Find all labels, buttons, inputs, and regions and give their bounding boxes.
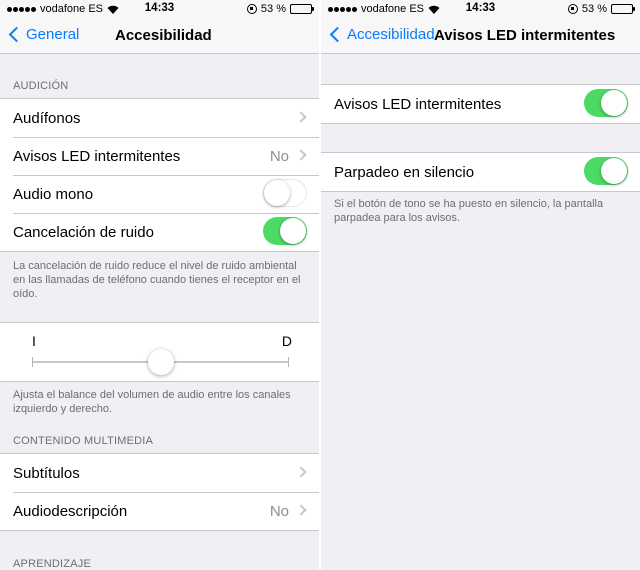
balance-slider-thumb[interactable] [147,349,174,375]
row-value: No [269,147,289,165]
balance-footer: Ajusta el balance del volumen de audio e… [13,389,291,415]
chevron-left-icon [8,26,25,43]
section-header-aprendizaje: APRENDIZAJE [13,558,91,570]
balance-slider-group: I D [0,322,319,382]
rotation-lock-icon [246,4,257,14]
row-label: Audiodescripción [13,502,128,520]
toggle-knob [601,90,627,116]
row-label: Parpadeo en silencio [334,163,475,181]
toggle-knob [280,218,306,244]
toggle-knob [264,180,290,206]
navigation-bar: General Accesibilidad [0,18,319,54]
row-value: No [269,502,289,520]
page-title: Avisos LED intermitentes [434,27,616,44]
chevron-right-icon [295,504,307,516]
row-silent-flash: Parpadeo en silencio [321,153,640,191]
navigation-bar: Accesibilidad Avisos LED intermitentes [321,18,640,54]
row-label: Audífonos [13,109,81,127]
battery-percent: 53 % [581,3,607,15]
row-audiodescripcion[interactable]: Audiodescripción No [0,492,319,530]
row-avisos-led[interactable]: Avisos LED intermitentes No [0,137,319,175]
silent-flash-footer: Si el botón de tono se ha puesto en sile… [334,198,604,224]
battery-icon [290,4,314,14]
section-header-audicion: AUDICIÓN [13,80,69,92]
led-alerts-toggle[interactable] [584,89,628,117]
silent-flash-group: Parpadeo en silencio [321,152,640,192]
back-button-label: Accesibilidad [347,26,435,43]
rotation-lock-icon [567,4,578,14]
row-label: Avisos LED intermitentes [13,147,181,165]
back-button-label: General [26,26,80,43]
row-label: Audio mono [13,185,94,203]
row-label: Cancelación de ruido [13,223,154,241]
led-alerts-screen: vodafone ES 14:33 53 % Accesibilidad Avi… [321,0,640,570]
back-button-general[interactable]: General [6,26,79,43]
slider-tick [288,357,289,367]
battery-icon [611,4,635,14]
chevron-right-icon [295,149,307,161]
status-bar: vodafone ES 14:33 53 % [321,0,640,18]
accessibility-screen: vodafone ES 14:33 53 % General Accesibil… [0,0,319,570]
audio-settings-group: Audífonos Avisos LED intermitentes No Au… [0,98,319,252]
toggle-knob [601,158,627,184]
slider-tick [32,357,33,367]
row-cancelacion-ruido: Cancelación de ruido [0,213,319,251]
chevron-right-icon [295,466,307,478]
media-settings-group: Subtítulos Audiodescripción No [0,453,319,531]
row-audifonos[interactable]: Audífonos [0,99,319,137]
noise-cancellation-toggle[interactable] [263,217,307,245]
led-alerts-group: Avisos LED intermitentes [321,84,640,124]
chevron-right-icon [295,111,307,123]
balance-left-label: I [32,333,36,349]
chevron-left-icon [329,26,346,43]
row-led-alerts: Avisos LED intermitentes [321,85,640,123]
section-header-multimedia: CONTENIDO MULTIMEDIA [13,435,154,447]
audio-mono-toggle[interactable] [263,179,307,207]
row-subtitulos[interactable]: Subtítulos [0,454,319,492]
status-bar: vodafone ES 14:33 53 % [0,0,319,18]
noise-cancellation-footer: La cancelación de ruido reduce el nivel … [13,260,301,300]
row-audio-mono: Audio mono [0,175,319,213]
row-label: Avisos LED intermitentes [334,95,502,113]
silent-flash-toggle[interactable] [584,157,628,185]
page-title: Accesibilidad [115,27,212,44]
balance-right-label: D [281,333,292,349]
row-label: Subtítulos [13,464,80,482]
back-button-accesibilidad[interactable]: Accesibilidad [327,26,435,43]
battery-percent: 53 % [260,3,286,15]
